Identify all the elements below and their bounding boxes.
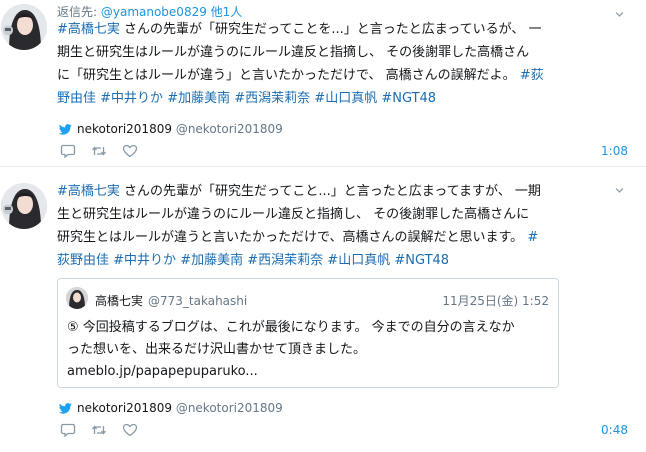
text-line: 荻野由佳 #中井りか #加藤美南 #西潟茉莉奈 #山口真帆 #NGT48 <box>57 249 582 272</box>
author-line: nekotori201809 @nekotori201809 <box>58 122 283 136</box>
hashtag[interactable]: #山口真帆 <box>327 253 390 268</box>
quoted-line: った想いを、出来るだけ沢山書かせて頂きました。 <box>67 342 367 357</box>
chevron-down-icon[interactable] <box>615 184 624 193</box>
reply-prefix: 返信先: <box>57 5 101 19</box>
tweet-timestamp[interactable]: 0:48 <box>601 423 628 437</box>
quoted-text: ⑤ 今回投稿するブログは、これが最後になります。 今までの自分の言えなか った想… <box>67 317 552 383</box>
hashtag[interactable]: #高橋七実 <box>57 22 120 37</box>
quoted-author: 高橋七実 @773_takahashi <box>95 292 247 309</box>
text-line: に「研究生とはルールが違う」と言いたかっただけで、 高橋さんの誤解だよ。 #荻 <box>57 64 582 87</box>
twitter-bird-icon <box>58 124 72 135</box>
tweet: #高橋七実 さんの先輩が「研究生だってこと...」と言ったと広まってますが、 一… <box>0 168 646 452</box>
author-name-link[interactable]: nekotori201809 <box>77 122 172 136</box>
hashtag[interactable]: #山口真帆 <box>314 91 377 106</box>
quoted-handle[interactable]: @773_takahashi <box>148 294 247 308</box>
quoted-date[interactable]: 11月25日(金) 1:52 <box>442 292 549 309</box>
avatar[interactable] <box>1 183 47 229</box>
reply-icon[interactable] <box>60 143 76 159</box>
quoted-line: ⑤ 今回投稿するブログは、これが最後になります。 今までの自分の言えなか <box>67 320 515 335</box>
tweet-text: #高橋七実 さんの先輩が「研究生だってこと...」と言ったと広まってますが、 一… <box>57 180 582 272</box>
chevron-down-icon[interactable] <box>615 8 624 17</box>
text-line: 野由佳 #中井りか #加藤美南 #西潟茉莉奈 #山口真帆 #NGT48 <box>57 87 582 110</box>
text-run: 生と研究生はルールが違うのにルール違反と指摘し、 その後謝罪した高橋さんに <box>57 207 530 222</box>
tweet-text: #高橋七実 さんの先輩が「研究生だってことを...」と言ったと広まっているが、 … <box>57 18 582 110</box>
hashtag[interactable]: # <box>527 230 538 245</box>
hashtag[interactable]: #中井りか <box>100 91 163 106</box>
hashtag[interactable]: #加藤美南 <box>167 91 230 106</box>
text-line: 生と研究生はルールが違うのにルール違反と指摘し、 その後謝罪した高橋さんに <box>57 203 582 226</box>
heart-icon[interactable] <box>122 422 138 438</box>
text-line: #高橋七実 さんの先輩が「研究生だってことを...」と言ったと広まっているが、 … <box>57 18 582 41</box>
quoted-link[interactable]: ameblo.jp/papapepuparuko... <box>67 361 552 383</box>
quoted-avatar[interactable] <box>66 287 88 309</box>
reply-handle-link[interactable]: @yamanobe0829 <box>101 5 207 19</box>
retweet-icon[interactable] <box>91 422 107 438</box>
quoted-name[interactable]: 高橋七実 <box>95 294 143 308</box>
text-run: 期生と研究生はルールが違うのにルール違反と指摘し、 その後謝罪した高橋さん <box>57 45 530 60</box>
reply-others-link[interactable]: 他1人 <box>211 5 243 19</box>
text-line: #高橋七実 さんの先輩が「研究生だってこと...」と言ったと広まってますが、 一… <box>57 180 582 203</box>
author-line: nekotori201809 @nekotori201809 <box>58 401 283 415</box>
hashtag[interactable]: 荻野由佳 <box>57 253 109 268</box>
tweet-timestamp[interactable]: 1:08 <box>601 144 628 158</box>
heart-icon[interactable] <box>122 143 138 159</box>
author-handle[interactable]: @nekotori201809 <box>176 122 283 136</box>
text-run: さんの先輩が「研究生だってことを...」と言ったと広まっているが、 一 <box>119 22 542 37</box>
author-name-link[interactable]: nekotori201809 <box>77 401 172 415</box>
text-line: 研究生とはルールが違うと言いたかっただけで、高橋さんの誤解だと思います。 # <box>57 226 582 249</box>
hashtag[interactable]: #NGT48 <box>394 253 449 268</box>
quoted-tweet[interactable]: 高橋七実 @773_takahashi 11月25日(金) 1:52 ⑤ 今回投稿… <box>57 278 559 388</box>
reply-icon[interactable] <box>60 422 76 438</box>
hashtag[interactable]: #NGT48 <box>381 91 436 106</box>
text-run: に「研究生とはルールが違う」と言いたかっただけで、 高橋さんの誤解だよ。 <box>57 68 520 83</box>
tweet: 返信先: @yamanobe0829 他1人 #高橋七実 さんの先輩が「研究生だ… <box>0 0 646 167</box>
author-handle[interactable]: @nekotori201809 <box>176 401 283 415</box>
avatar[interactable] <box>1 4 47 50</box>
hashtag[interactable]: #高橋七実 <box>57 184 120 199</box>
twitter-bird-icon <box>58 403 72 414</box>
hashtag[interactable]: 野由佳 <box>57 91 96 106</box>
text-line: 期生と研究生はルールが違うのにルール違反と指摘し、 その後謝罪した高橋さん <box>57 41 582 64</box>
text-run: 研究生とはルールが違うと言いたかっただけで、高橋さんの誤解だと思います。 <box>57 230 528 245</box>
hashtag[interactable]: #西潟茉莉奈 <box>247 253 323 268</box>
hashtag[interactable]: #荻 <box>520 68 544 83</box>
retweet-icon[interactable] <box>91 143 107 159</box>
hashtag[interactable]: #中井りか <box>113 253 176 268</box>
hashtag[interactable]: #西潟茉莉奈 <box>234 91 310 106</box>
text-run: さんの先輩が「研究生だってこと...」と言ったと広まってますが、 一期 <box>119 184 541 199</box>
hashtag[interactable]: #加藤美南 <box>180 253 243 268</box>
